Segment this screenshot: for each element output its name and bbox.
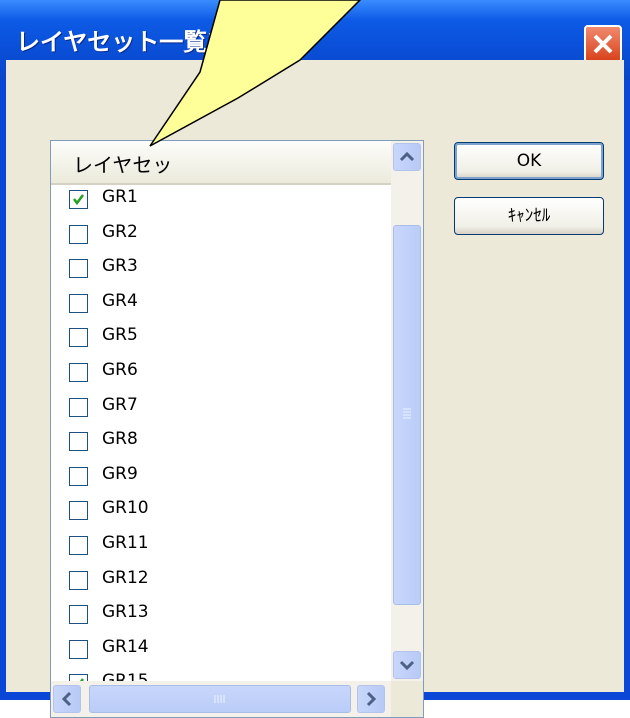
- scroll-up-button[interactable]: [393, 143, 421, 171]
- list-item[interactable]: GR8: [51, 425, 391, 460]
- list-item-label: GR9: [102, 463, 138, 484]
- layer-checkbox[interactable]: [69, 639, 88, 659]
- list-item-label: GR12: [102, 567, 149, 588]
- list-column-header[interactable]: レイヤセッ: [51, 141, 391, 185]
- layer-checkbox[interactable]: [69, 466, 88, 486]
- vertical-scroll-thumb[interactable]: [393, 225, 421, 605]
- grip-icon: [214, 695, 225, 703]
- layer-checkbox[interactable]: [69, 535, 88, 555]
- ok-button[interactable]: OK: [454, 142, 604, 180]
- layer-checkbox[interactable]: [69, 397, 88, 417]
- list-rows: GR1 GR2 GR3 GR4 GR5 GR6 GR7 GR8 GR9 GR10 GR11 GR12 G…: [51, 183, 391, 702]
- layer-checkbox[interactable]: [69, 259, 88, 279]
- scrollbar-corner: [391, 681, 423, 717]
- list-item[interactable]: GR3: [51, 252, 391, 287]
- layer-checkbox[interactable]: [69, 190, 88, 209]
- list-item-label: GR1: [102, 187, 138, 207]
- list-item[interactable]: GR12: [51, 564, 391, 599]
- layer-checkbox[interactable]: [69, 293, 88, 313]
- list-item[interactable]: GR13: [51, 598, 391, 633]
- list-item-label: GR11: [102, 532, 149, 553]
- list-item[interactable]: GR2: [51, 218, 391, 253]
- vertical-scrollbar[interactable]: [391, 141, 423, 681]
- close-icon: [593, 34, 613, 54]
- horizontal-scroll-thumb[interactable]: [89, 685, 351, 713]
- chevron-up-icon: [399, 151, 415, 162]
- close-button[interactable]: [584, 25, 622, 63]
- chevron-left-icon: [61, 691, 72, 707]
- scroll-down-button[interactable]: [393, 651, 421, 679]
- layer-checkbox[interactable]: [69, 224, 88, 244]
- list-item[interactable]: GR10: [51, 494, 391, 529]
- scroll-right-button[interactable]: [357, 685, 385, 713]
- list-item-label: GR10: [102, 498, 149, 519]
- column-header-label: レイヤセッ: [73, 153, 173, 177]
- list-item[interactable]: GR14: [51, 633, 391, 668]
- check-icon: [73, 194, 84, 206]
- list-item[interactable]: GR5: [51, 321, 391, 356]
- layer-checkbox[interactable]: [69, 362, 88, 382]
- list-item[interactable]: GR4: [51, 287, 391, 322]
- list-item-label: GR6: [102, 359, 138, 380]
- list-item[interactable]: GR7: [51, 391, 391, 426]
- layer-checkbox[interactable]: [69, 570, 88, 590]
- list-item[interactable]: GR1: [51, 183, 391, 218]
- dialog-client-area: レイヤセッ GR1 GR2 GR3 GR4 GR5 GR6 GR7 GR8 GR9 GR10 GR1…: [6, 60, 624, 718]
- layer-checkbox[interactable]: [69, 501, 88, 521]
- list-item-label: GR3: [102, 256, 138, 277]
- dialog-window: レイヤセット一覧マ レイヤセッ GR1 GR2 GR3 GR4 GR5 GR6 GR7 GR8…: [0, 0, 630, 718]
- list-item-label: GR13: [102, 602, 149, 623]
- list-item-label: GR8: [102, 429, 138, 450]
- layer-checkbox[interactable]: [69, 605, 88, 625]
- cancel-button[interactable]: ｷｬﾝｾﾙ: [454, 197, 604, 235]
- list-item-label: GR4: [102, 290, 138, 311]
- grip-icon: [403, 408, 411, 419]
- layer-set-list[interactable]: レイヤセッ GR1 GR2 GR3 GR4 GR5 GR6 GR7 GR8 GR9 GR10 GR1…: [50, 140, 424, 718]
- chevron-down-icon: [399, 660, 415, 671]
- layer-checkbox[interactable]: [69, 432, 88, 452]
- layer-checkbox[interactable]: [69, 328, 88, 348]
- list-item[interactable]: GR6: [51, 356, 391, 391]
- list-item-label: GR5: [102, 325, 138, 346]
- list-item[interactable]: GR9: [51, 460, 391, 495]
- list-item-label: GR7: [102, 394, 138, 415]
- chevron-right-icon: [366, 691, 377, 707]
- list-item-label: GR2: [102, 221, 138, 242]
- list-item-label: GR14: [102, 636, 149, 657]
- horizontal-scrollbar[interactable]: [51, 681, 391, 717]
- scroll-left-button[interactable]: [53, 685, 81, 713]
- window-title: レイヤセット一覧マ: [16, 28, 232, 56]
- list-item[interactable]: GR11: [51, 529, 391, 564]
